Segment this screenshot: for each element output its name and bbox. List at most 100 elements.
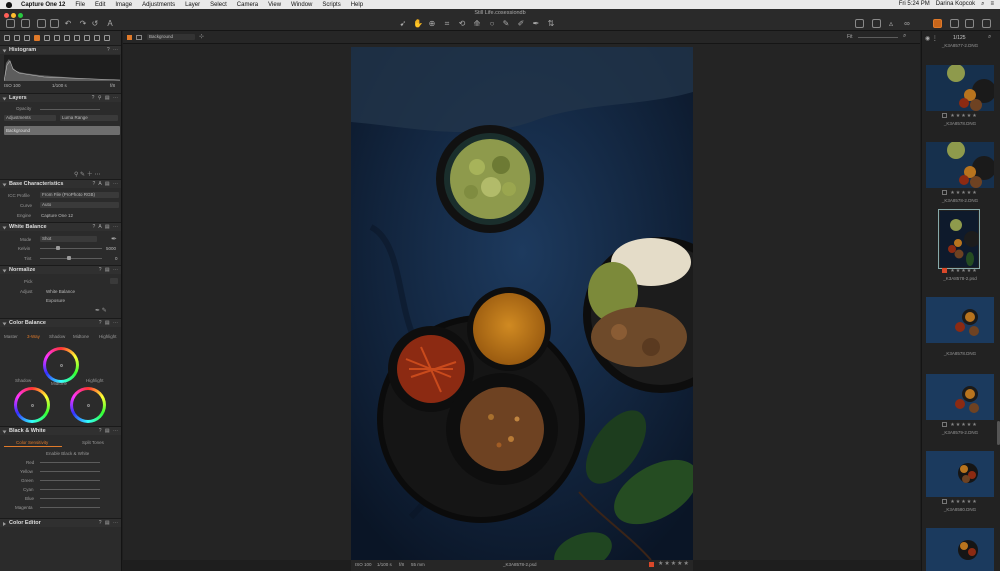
thumb-stars-3[interactable]: ★★★★★ [950,268,977,274]
redo-icon[interactable]: ↷ [79,20,87,28]
add-layer-icon[interactable]: ⊹ [199,33,204,40]
menu-scripts[interactable]: Scripts [322,2,340,8]
exposure-tab-icon[interactable] [44,35,50,41]
pan-cursor-icon[interactable]: ✋ [413,20,423,28]
adjustments-tab-icon[interactable] [74,35,80,41]
reset-icon[interactable]: ↺ [91,20,99,28]
menu-file[interactable]: File [75,2,85,8]
kelvin-value[interactable]: 5000 [106,246,116,251]
process-icon[interactable] [50,19,59,28]
apple-icon[interactable] [6,1,12,8]
histogram-header[interactable]: Histogram ? ⋯ [0,45,121,55]
thumbnail-7[interactable] [926,528,994,571]
bw-green-slider[interactable] [40,480,100,481]
app-menu[interactable]: Capture One 12 [21,2,65,8]
thumb-stars-6[interactable]: ★★★★★ [950,499,977,505]
bw-tab-split-tones[interactable]: Split Tones [82,440,104,445]
thumb-rating-3[interactable]: ★★★★★ [926,268,994,274]
menu-select[interactable]: Select [210,2,227,8]
thumb-checkbox-6[interactable] [942,499,948,505]
menu-view[interactable]: View [268,2,281,8]
compare-icon[interactable] [950,19,959,28]
black-white-header[interactable]: Black & White ? ▤ ⋯ [0,426,121,436]
library-tab-icon[interactable] [4,35,10,41]
multi-view-icon[interactable] [136,35,142,40]
undo-icon[interactable]: ↶ [64,20,72,28]
menu-list-icon[interactable]: ≡ [990,1,994,8]
import-icon[interactable] [6,19,15,28]
curve-select[interactable]: Auto [40,202,119,208]
thumb-checkbox-1[interactable] [942,113,948,119]
auto-adjust-icon[interactable]: A [106,20,114,28]
proof-glasses-icon[interactable]: ∞ [903,20,911,28]
tint-value[interactable]: 0 [115,256,118,261]
thumb-stars-2[interactable]: ★★★★★ [950,190,977,196]
midtone-color-wheel[interactable] [43,347,79,383]
normalize-header[interactable]: Normalize ? ▤ ⋯ [0,265,121,275]
color-editor-options-icon[interactable]: ? ▤ ⋯ [99,519,119,528]
normalize-exposure-checkbox[interactable]: Exposure [46,298,65,303]
bw-red-slider[interactable] [40,462,100,463]
tint-slider[interactable] [40,258,102,259]
layer-select[interactable]: Background [147,34,195,40]
thumb-checkbox-5[interactable] [942,422,948,428]
kelvin-slider[interactable] [40,248,102,249]
wb-options-icon[interactable]: ? A ▤ ⋯ [93,223,119,232]
bw-options-icon[interactable]: ? ▤ ⋯ [99,427,119,436]
normalize-options-icon[interactable]: ? ▤ ⋯ [99,266,119,275]
thumb-stars-5[interactable]: ★★★★★ [950,422,977,428]
annotate-cursor-icon[interactable]: ✎ [502,20,510,28]
color-balance-header[interactable]: Color Balance ? ▤ ⋯ [0,318,121,327]
edit-selected-icon[interactable] [933,19,942,28]
opacity-slider[interactable] [40,109,100,110]
select-cursor-icon[interactable]: ➹ [399,20,407,28]
cb-tab-3way[interactable]: 3-Way [27,334,40,339]
thumbnail-3-selected[interactable] [938,209,980,269]
bw-tab-color-sensitivity[interactable]: Color Sensitivity [16,440,48,445]
thumbnail-5[interactable] [926,374,994,420]
rotate-cursor-icon[interactable]: ⟲ [458,20,466,28]
cb-tab-shadow[interactable]: Shadow [49,334,65,339]
thumb-checkbox-2[interactable] [942,190,948,196]
thumb-rating-6[interactable]: ★★★★★ [926,499,994,505]
cb-tab-highlight[interactable]: Highlight [99,334,117,339]
search-icon[interactable]: ⌕ [981,1,984,8]
exposure-triangle-icon[interactable]: ▵ [887,20,895,28]
menu-layer[interactable]: Layer [185,2,200,8]
grid-icon[interactable] [872,19,881,28]
zoom-slider[interactable] [858,37,898,38]
thumbnail-2[interactable] [926,142,994,188]
menu-adjustments[interactable]: Adjustments [142,2,175,8]
wb-picker-icon[interactable]: ✒ [111,235,117,243]
thumbnail-1[interactable] [926,65,994,111]
close-window-button[interactable] [4,13,9,18]
menu-edit[interactable]: Edit [95,2,105,8]
icc-profile-select[interactable]: From File (ProPhoto RGB) [40,192,119,198]
capture-tab-icon[interactable] [14,35,20,41]
layer-tools-icon[interactable]: ⚲ ✎ ＋ ⋯ [74,169,100,178]
highlight-color-wheel[interactable] [70,387,106,423]
zoom-fit-label[interactable]: Fit [847,34,853,40]
user-name[interactable]: Darina Kopcok [936,1,975,8]
cb-tab-master[interactable]: Master [4,334,18,339]
histogram-options-icon[interactable]: ? ⋯ [107,46,119,55]
tint-slider-handle[interactable] [67,256,71,260]
normalize-wb-checkbox[interactable]: White Balance [46,289,75,294]
bw-cyan-slider[interactable] [40,489,100,490]
main-photo[interactable] [351,47,693,560]
output-tab-icon[interactable] [94,35,100,41]
layers-header[interactable]: Layers ? ⚲ ▤ ⋯ [0,93,121,102]
capture-icon[interactable] [21,19,30,28]
footer-rating-stars[interactable]: ★★★★★ [658,560,690,567]
white-balance-header[interactable]: White Balance ? A ▤ ⋯ [0,222,121,232]
wb-mode-select[interactable]: Shot [40,236,97,242]
new-folder-icon[interactable] [37,19,46,28]
bw-blue-slider[interactable] [40,498,100,499]
spot-cursor-icon[interactable]: ○ [488,20,496,28]
color-tab-icon[interactable] [34,35,40,41]
menu-help[interactable]: Help [351,2,363,8]
thumb-rating-1[interactable]: ★★★★★ [926,113,994,119]
thumbnail-6[interactable] [926,451,994,497]
bw-yellow-slider[interactable] [40,471,100,472]
exposure-warning-icon[interactable] [855,19,864,28]
